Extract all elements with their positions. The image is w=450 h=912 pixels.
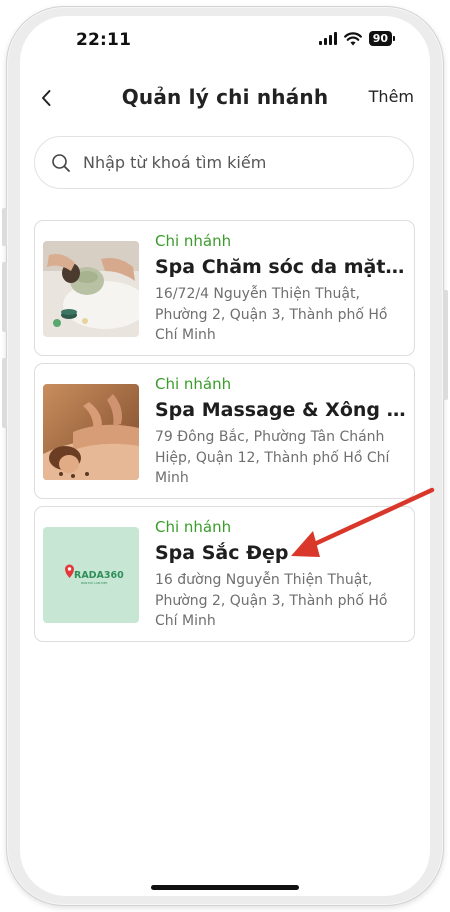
status-time: 22:11 [76,30,132,50]
branch-type-label: Chi nhánh [155,232,232,250]
branch-type-label: Chi nhánh [155,375,232,393]
branch-address: 79 Đông Bắc, Phường Tân Chánh Hiệp, Quận… [155,429,390,486]
volume-up-button [2,208,7,246]
branch-type-label: Chi nhánh [155,518,232,536]
logo-text: RADA360 [74,570,124,581]
branch-name: Spa Massage & Xông hơi [155,399,407,421]
silent-switch [2,358,7,428]
status-icons: 90 [318,31,396,46]
rada360-logo: RADA360 BẢN ĐỒ LÀM ĐẸP [43,527,139,623]
search-bar[interactable] [34,136,414,189]
branch-name: Spa Sắc Đẹp [155,542,289,564]
add-branch-button[interactable]: Thêm [369,87,414,106]
branch-card[interactable]: RADA360 BẢN ĐỒ LÀM ĐẸP Chi nhánh Spa Sắc… [34,506,415,642]
branch-card[interactable]: Chi nhánh Spa Massage & Xông hơi 79 Đông… [34,363,415,499]
branch-info: Chi nhánh Spa Chăm sóc da mặt Vip 16/72/… [155,231,407,346]
signal-icon [318,32,337,45]
branch-photo-massage [43,384,139,480]
branch-info: Chi nhánh Spa Sắc Đẹp 16 đường Nguyễn Th… [155,517,407,632]
app-screen: 22:11 90 Quản lý chi nhánh Thêm Nhập từ … [20,16,430,896]
wifi-icon [343,31,362,45]
branch-photo-facial [43,241,139,337]
power-button [443,290,448,400]
branch-address: 16/72/4 Nguyễn Thiện Thuật, Phường 2, Qu… [155,286,388,343]
logo-subtext: BẢN ĐỒ LÀM ĐẸP [81,580,108,585]
branch-name: Spa Chăm sóc da mặt Vip [155,256,407,278]
home-indicator [151,885,299,890]
volume-down-button [2,262,7,332]
search-input[interactable] [83,153,383,172]
branch-address: 16 đường Nguyễn Thiện Thuật, Phường 2, Q… [155,572,388,629]
branch-info: Chi nhánh Spa Massage & Xông hơi 79 Đông… [155,374,407,489]
battery-icon: 90 [368,31,396,46]
search-icon [52,153,70,172]
branch-card[interactable]: Chi nhánh Spa Chăm sóc da mặt Vip 16/72/… [34,220,415,356]
